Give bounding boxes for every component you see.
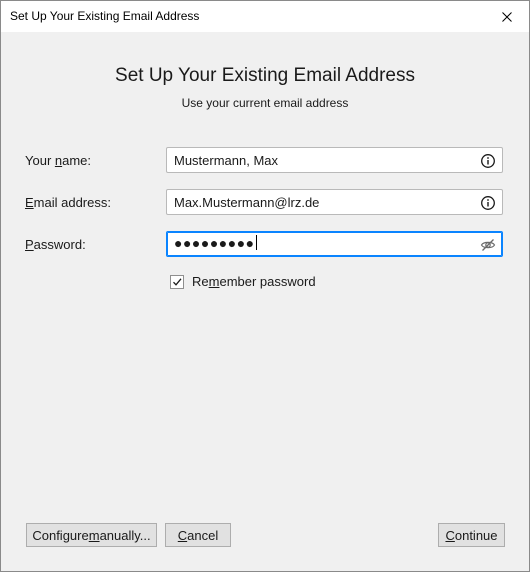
remember-password-checkbox[interactable]	[170, 274, 184, 289]
remember-password-row[interactable]: Remember password	[170, 274, 316, 289]
checkmark-icon	[173, 277, 182, 286]
email-value: Max.Mustermann@lrz.de	[174, 195, 320, 210]
name-input[interactable]: Mustermann, Max	[166, 147, 503, 173]
title-bar: Set Up Your Existing Email Address	[1, 1, 529, 32]
page-title: Set Up Your Existing Email Address	[115, 65, 415, 86]
window-title: Set Up Your Existing Email Address	[10, 9, 200, 23]
name-label: Your name:	[25, 153, 92, 168]
password-label: Password:	[25, 237, 86, 252]
remember-password-label: Remember password	[192, 274, 316, 289]
email-input[interactable]: Max.Mustermann@lrz.de	[166, 189, 503, 215]
password-input[interactable]: ●●●●●●●●●	[166, 231, 503, 257]
eye-hidden-icon[interactable]	[480, 237, 496, 253]
page-subtitle: Use your current email address	[181, 96, 349, 110]
info-icon[interactable]	[480, 153, 496, 169]
name-value: Mustermann, Max	[174, 153, 279, 168]
configure-manually-button[interactable]: Configure m anually...	[26, 523, 157, 547]
close-button[interactable]	[485, 1, 529, 32]
account-setup-window: Set Up Your Existing Email Address Set U…	[0, 0, 530, 572]
cancel-button[interactable]: Cancel	[165, 523, 231, 547]
email-label: Email address:	[25, 195, 111, 210]
close-icon	[502, 11, 512, 22]
text-caret	[255, 235, 257, 250]
info-icon[interactable]	[480, 195, 496, 211]
continue-button[interactable]: Continue	[438, 523, 505, 547]
password-value: ●●●●●●●●●	[174, 235, 257, 251]
